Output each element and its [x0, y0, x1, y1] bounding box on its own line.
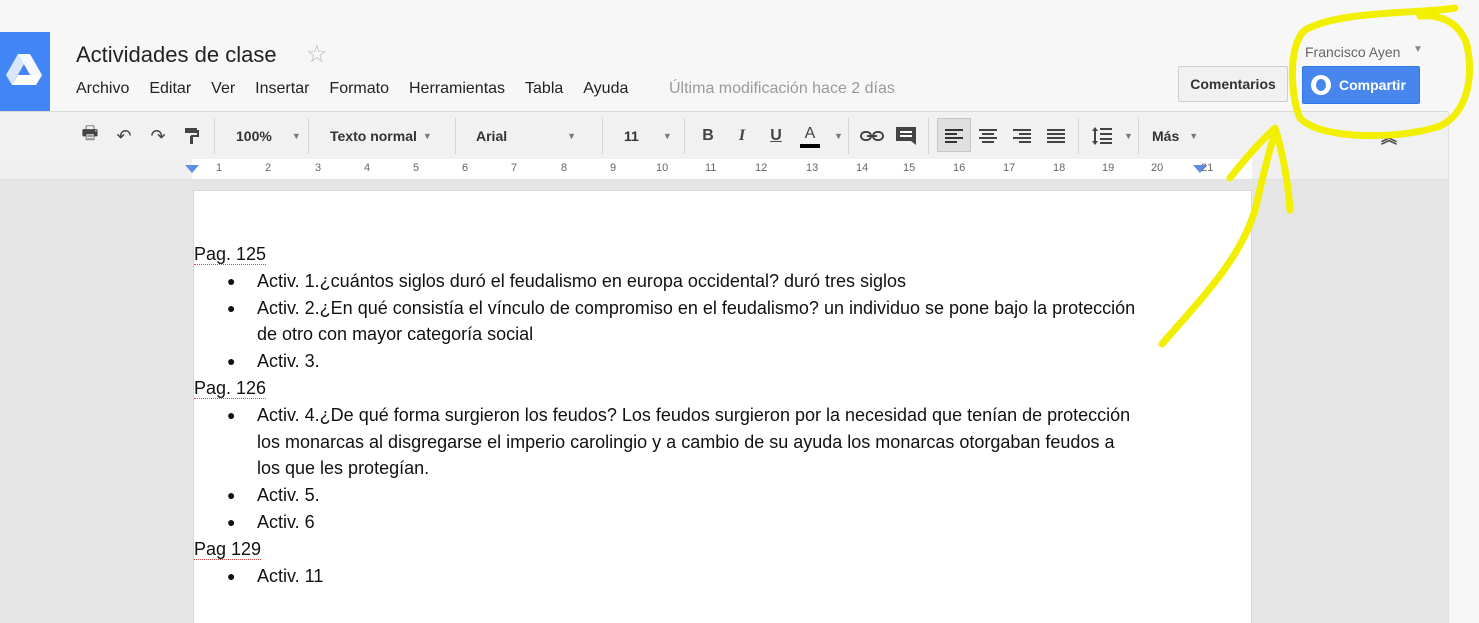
italic-button[interactable]: I — [730, 124, 754, 148]
font-select[interactable]: Arial ▼ — [476, 112, 576, 159]
menu-insertar[interactable]: Insertar — [255, 80, 309, 100]
more-menu[interactable]: Más ▼ — [1152, 112, 1198, 159]
ruler-page-area — [192, 159, 1252, 179]
ruler-mark: 19 — [1102, 162, 1115, 174]
chevron-down-icon: ▼ — [1189, 130, 1199, 141]
undo-icon[interactable]: ↶ — [112, 124, 136, 148]
ruler-mark: 10 — [656, 162, 669, 174]
list-item: Activ. 1.¿cuántos siglos duró el feudali… — [227, 268, 1137, 295]
share-button-label: Compartir — [1339, 77, 1406, 93]
align-center-icon[interactable] — [976, 124, 1000, 148]
ruler-mark: 1 — [216, 162, 223, 174]
ruler[interactable]: 1 2 3 4 5 6 7 8 9 10 11 12 13 14 15 16 1… — [0, 159, 1448, 180]
ruler-mark: 20 — [1151, 162, 1164, 174]
zoom-select[interactable]: 100% ▼ — [236, 112, 301, 159]
style-value: Texto normal — [330, 127, 417, 144]
chevron-down-icon: ▼ — [291, 130, 301, 141]
list-item: Activ. 3. — [227, 348, 1137, 375]
collapse-menu-icon[interactable]: ︽ — [1377, 124, 1401, 148]
section-heading: Pag. 126 — [194, 377, 267, 399]
ruler-mark: 8 — [561, 162, 568, 174]
document-title[interactable]: Actividades de clase — [76, 42, 277, 68]
section-heading: Pag 129 — [194, 538, 262, 560]
user-name[interactable]: Francisco Ayen — [1305, 44, 1400, 60]
ruler-mark: 2 — [265, 162, 272, 174]
font-size-value: 11 — [624, 127, 639, 144]
ruler-mark: 7 — [511, 162, 518, 174]
chevron-down-icon[interactable]: ▼ — [834, 131, 843, 141]
star-icon[interactable]: ☆ — [306, 42, 328, 68]
zoom-value: 100% — [236, 127, 272, 144]
share-button[interactable]: Compartir — [1302, 66, 1420, 104]
list-item: Activ. 4.¿De qué forma surgieron los feu… — [227, 402, 1137, 482]
activity-list: Activ. 11 — [194, 563, 1194, 590]
menu-bar: Archivo Editar Ver Insertar Formato Herr… — [76, 80, 648, 100]
menu-herramientas[interactable]: Herramientas — [409, 80, 505, 100]
drive-logo[interactable] — [0, 32, 50, 111]
text-color-button[interactable]: A — [798, 124, 822, 148]
menu-formato[interactable]: Formato — [329, 80, 389, 100]
ruler-mark: 11 — [705, 162, 717, 174]
menu-ayuda[interactable]: Ayuda — [583, 80, 628, 100]
ruler-mark: 5 — [413, 162, 420, 174]
menu-ver[interactable]: Ver — [211, 80, 235, 100]
ruler-mark: 14 — [856, 162, 869, 174]
ruler-mark: 21 — [1201, 162, 1214, 174]
document-body[interactable]: Pag. 125 Activ. 1.¿cuántos siglos duró e… — [194, 241, 1194, 589]
menu-archivo[interactable]: Archivo — [76, 80, 129, 100]
globe-icon — [1311, 75, 1331, 95]
last-edit-status[interactable]: Última modificación hace 2 días — [669, 80, 895, 98]
ruler-mark: 12 — [755, 162, 768, 174]
text-color-label: A — [799, 124, 821, 148]
print-icon[interactable]: 🖶 — [78, 123, 102, 148]
ruler-mark: 13 — [806, 162, 819, 174]
list-item: Activ. 2.¿En qué consistía el vínculo de… — [227, 295, 1137, 349]
paint-format-icon[interactable] — [180, 124, 204, 148]
menu-editar[interactable]: Editar — [149, 80, 191, 100]
align-left-icon[interactable] — [942, 124, 966, 148]
underline-button[interactable]: U — [764, 124, 788, 148]
list-item: Activ. 6 — [227, 509, 1137, 536]
more-label: Más — [1152, 127, 1180, 144]
comments-button[interactable]: Comentarios — [1178, 66, 1288, 102]
formatting-toolbar: 🖶 ↶ ↷ 100% ▼ Texto normal ▼ Arial ▼ 11 ▼… — [0, 111, 1448, 160]
link-icon[interactable] — [860, 124, 884, 148]
ruler-mark: 15 — [903, 162, 916, 174]
list-item: Activ. 11 — [227, 563, 1137, 590]
left-indent-marker[interactable] — [185, 165, 199, 173]
ruler-mark: 18 — [1053, 162, 1066, 174]
ruler-mark: 3 — [315, 162, 322, 174]
ruler-mark: 4 — [364, 162, 371, 174]
document-page[interactable]: Pag. 125 Activ. 1.¿cuántos siglos duró e… — [193, 190, 1252, 623]
font-size-select[interactable]: 11 ▼ — [624, 112, 672, 159]
redo-icon[interactable]: ↷ — [146, 124, 170, 148]
list-item: Activ. 5. — [227, 482, 1137, 509]
style-select[interactable]: Texto normal ▼ — [330, 112, 432, 159]
line-spacing-icon[interactable] — [1090, 124, 1114, 148]
chevron-down-icon: ▼ — [422, 130, 432, 141]
comment-icon[interactable] — [894, 124, 918, 148]
section-heading: Pag. 125 — [194, 244, 267, 265]
font-value: Arial — [476, 127, 508, 144]
chevron-down-icon[interactable]: ▼ — [1124, 131, 1133, 141]
chevron-down-icon: ▼ — [662, 130, 672, 141]
ruler-mark: 9 — [610, 162, 617, 174]
activity-list: Activ. 1.¿cuántos siglos duró el feudali… — [194, 268, 1194, 375]
vertical-scrollbar[interactable] — [1448, 112, 1479, 623]
chevron-down-icon: ▼ — [567, 130, 577, 141]
ruler-mark: 17 — [1003, 162, 1016, 174]
chevron-down-icon[interactable]: ▼ — [1413, 44, 1423, 55]
ruler-mark: 6 — [462, 162, 469, 174]
activity-list: Activ. 4.¿De qué forma surgieron los feu… — [194, 402, 1194, 536]
app-header: Actividades de clase ☆ Archivo Editar Ve… — [0, 0, 1479, 112]
drive-icon — [6, 54, 42, 85]
bold-button[interactable]: B — [696, 124, 720, 148]
ruler-mark: 16 — [953, 162, 966, 174]
justify-icon[interactable] — [1044, 124, 1068, 148]
align-right-icon[interactable] — [1010, 124, 1034, 148]
menu-tabla[interactable]: Tabla — [525, 80, 563, 100]
